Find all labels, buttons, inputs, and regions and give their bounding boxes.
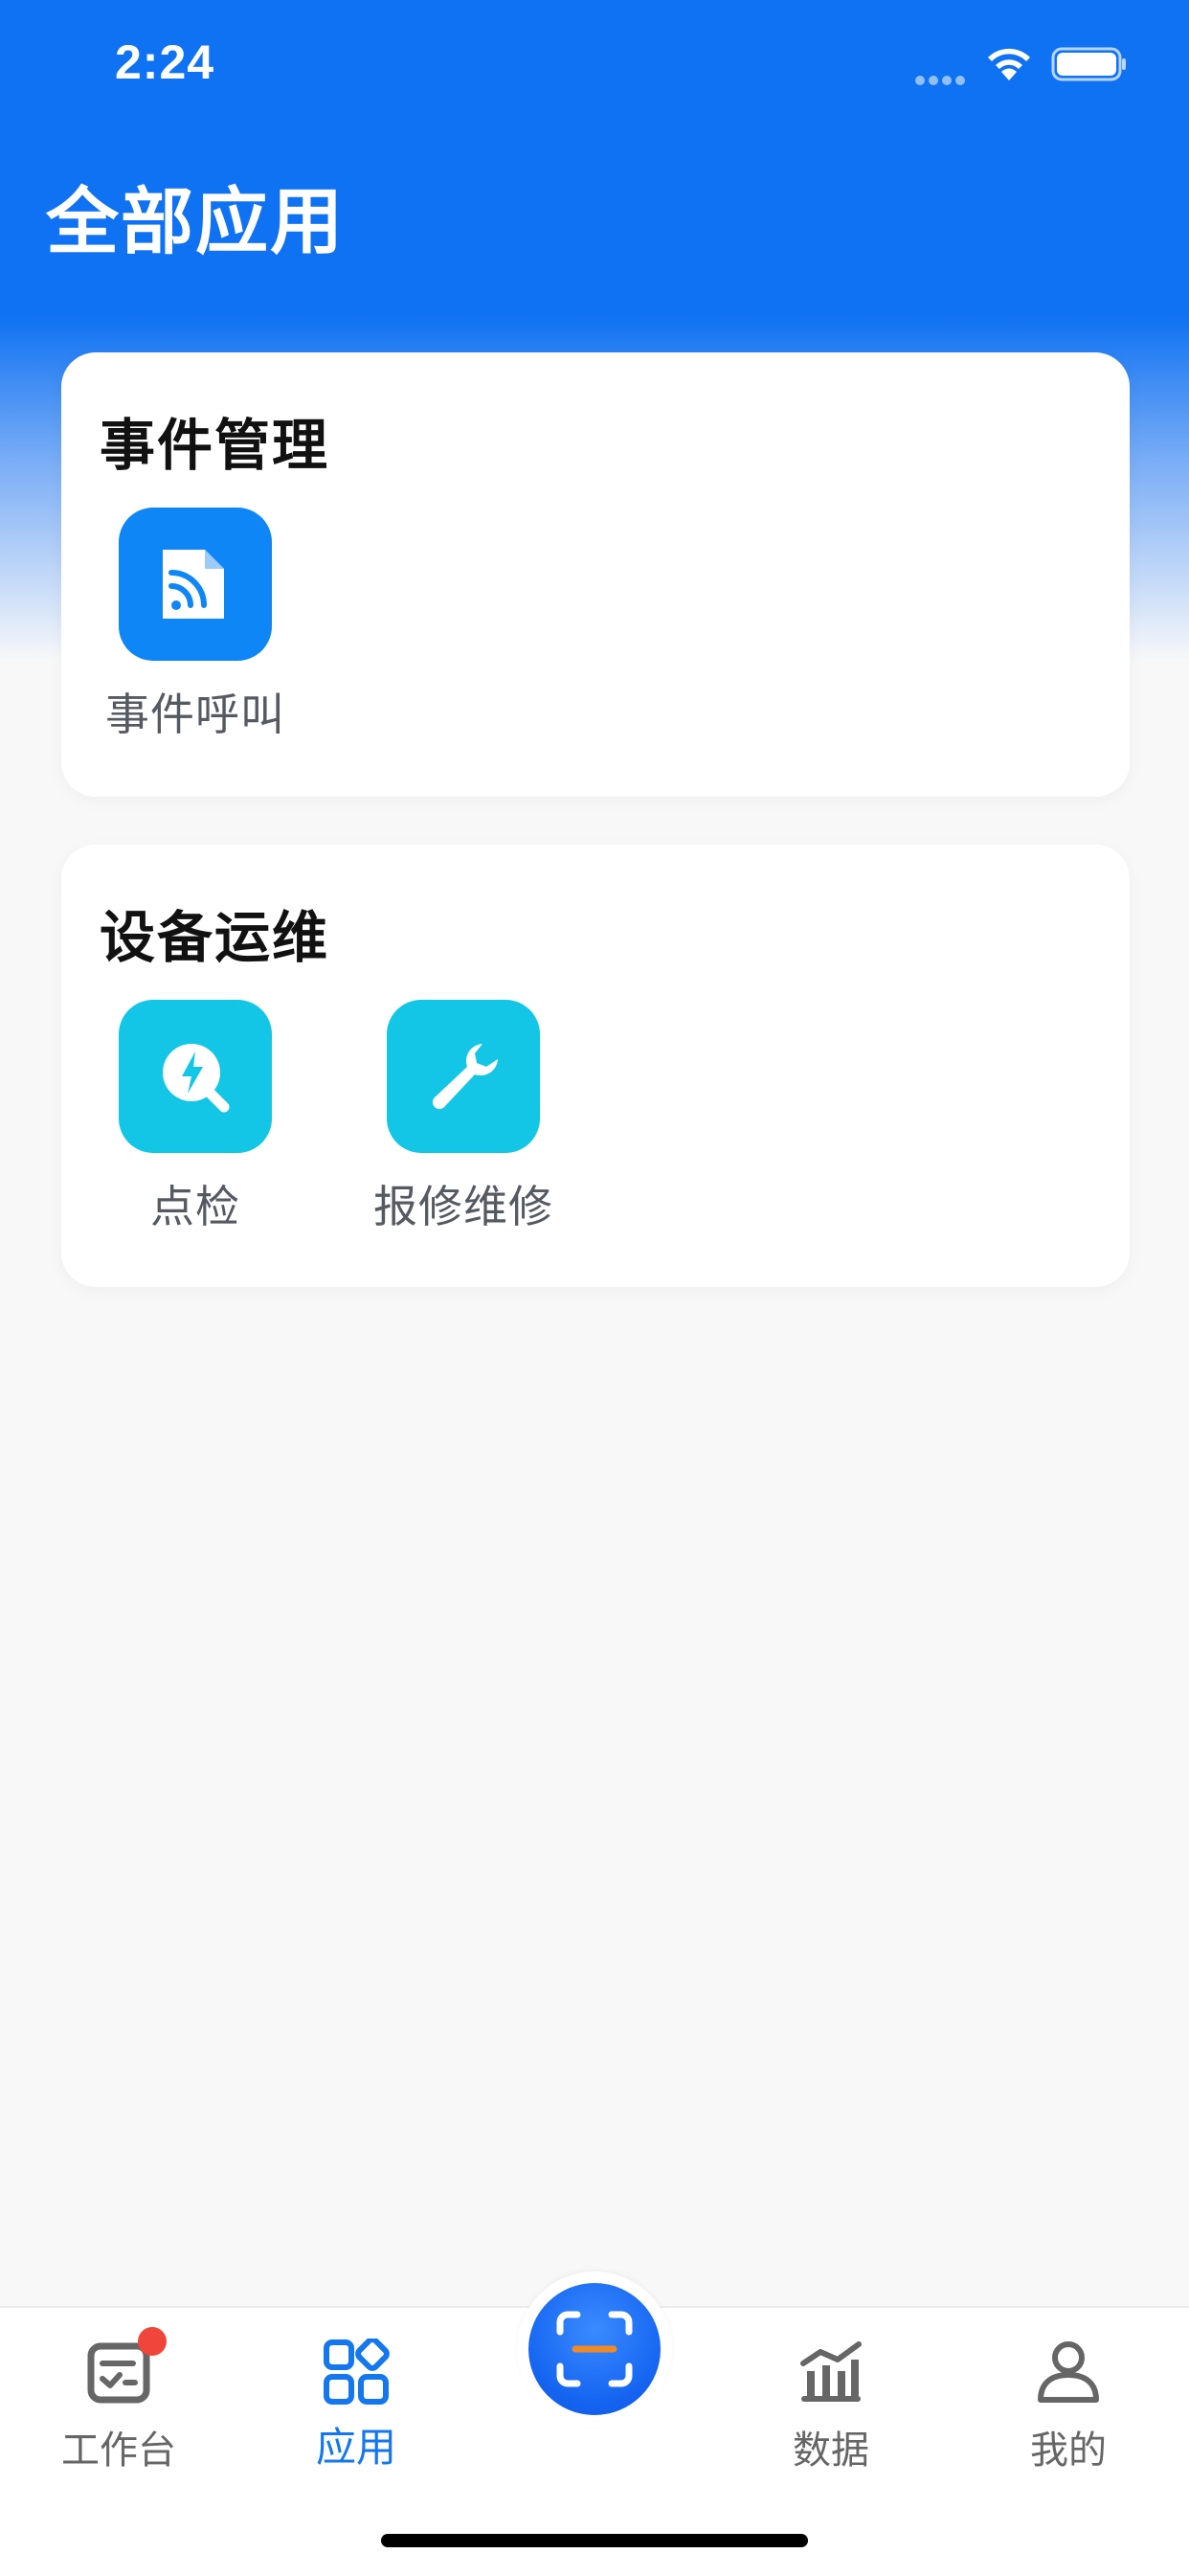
- page-title: 全部应用: [46, 179, 345, 264]
- wrench-icon: [387, 1000, 540, 1153]
- home-indicator: [381, 2534, 808, 2547]
- battery-icon: [1051, 47, 1126, 81]
- tab-label: 数据: [793, 2429, 869, 2473]
- section-title: 事件管理: [100, 413, 330, 478]
- user-icon: [1038, 2341, 1099, 2403]
- tab-label: 我的: [1030, 2429, 1107, 2473]
- app-repair-maintenance[interactable]: 报修维修: [329, 1000, 597, 1249]
- tab-label: 应用: [315, 2424, 396, 2471]
- status-bar: 2:24: [0, 0, 1189, 126]
- cellular-signal-icon: [915, 71, 969, 85]
- status-time: 2:24: [115, 35, 215, 89]
- section-card-equipment-maintenance: 设备运维 点检 报修维修: [61, 845, 1130, 1287]
- app-label: 点检: [150, 1181, 240, 1232]
- lightning-search-icon: [119, 1000, 272, 1153]
- bar-chart-icon: [800, 2341, 862, 2402]
- apps-grid-icon: [324, 2339, 390, 2405]
- scan-button[interactable]: [517, 2271, 672, 2427]
- tab-workbench[interactable]: 工作台: [23, 2327, 214, 2473]
- tab-data[interactable]: 数据: [735, 2327, 927, 2473]
- section-card-event-management: 事件管理 事件呼叫: [61, 352, 1130, 797]
- notification-badge: [138, 2327, 167, 2356]
- tab-mine[interactable]: 我的: [973, 2327, 1164, 2473]
- app-label: 事件呼叫: [105, 689, 285, 740]
- app-event-call[interactable]: 事件呼叫: [61, 508, 329, 757]
- section-title: 设备运维: [100, 905, 330, 970]
- tab-apps[interactable]: 应用: [260, 2327, 452, 2471]
- wifi-icon: [988, 48, 1030, 80]
- app-spot-check[interactable]: 点检: [61, 1000, 329, 1249]
- scan-icon: [556, 2311, 633, 2387]
- app-label: 报修维修: [373, 1181, 553, 1232]
- tab-label: 工作台: [61, 2429, 176, 2473]
- rss-document-icon: [119, 508, 272, 661]
